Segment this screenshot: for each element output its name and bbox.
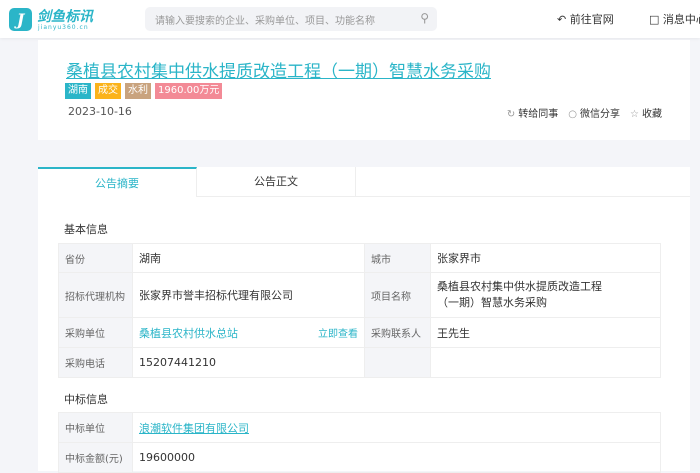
tag-status: 成交 xyxy=(95,83,121,99)
table-row: 采购单位 桑植县农村供水总站 立即查看 采购联系人 王先生 xyxy=(58,317,661,348)
notice-title[interactable]: 桑植县农村集中供水提质改造工程（一期）智慧水务采购 xyxy=(66,57,491,82)
table-row: 中标金额(元) 19600000 xyxy=(58,442,661,473)
empty-label xyxy=(364,347,431,378)
phone-label: 采购电话 xyxy=(58,347,133,378)
search-placeholder: 请输入要搜索的企业、采购单位、项目、功能名称 xyxy=(155,16,375,27)
wechat-icon: ○ xyxy=(568,109,578,120)
view-now-link[interactable]: 立即查看 xyxy=(318,325,358,340)
winner-unit-label: 中标单位 xyxy=(58,412,133,443)
buyer-link[interactable]: 桑植县农村供水总站 xyxy=(139,327,238,340)
winner-info-table: 中标单位 浪潮软件集团有限公司 中标金额(元) 19600000 xyxy=(58,412,661,473)
message-icon: □ xyxy=(649,13,663,26)
province-label: 省份 xyxy=(58,243,133,273)
messages-label: 消息中心 xyxy=(662,13,700,26)
tab-summary[interactable]: 公告摘要 xyxy=(38,167,197,197)
tab-bar: 公告摘要 公告正文 xyxy=(38,167,690,197)
goto-site-label: 前往官网 xyxy=(569,13,614,26)
province-value: 湖南 xyxy=(132,243,365,273)
table-row: 中标单位 浪潮软件集团有限公司 xyxy=(58,412,661,443)
table-row: 招标代理机构 张家界市誉丰招标代理有限公司 项目名称 桑植县农村集中供水提质改造… xyxy=(58,272,661,318)
table-row: 省份 湖南 城市 张家界市 xyxy=(58,243,661,273)
tag-region: 湖南 xyxy=(65,83,91,99)
favorite-button[interactable]: ☆ 收藏 xyxy=(630,105,662,120)
publish-date: 2023-10-16 xyxy=(68,105,132,118)
city-label: 城市 xyxy=(364,243,431,273)
star-icon: ☆ xyxy=(630,109,639,120)
contact-label: 采购联系人 xyxy=(364,317,431,348)
search-input[interactable]: 请输入要搜索的企业、采购单位、项目、功能名称 ⚲ xyxy=(145,7,437,31)
winner-unit-link[interactable]: 浪潮软件集团有限公司 xyxy=(139,422,249,435)
table-row: 采购电话 15207441210 xyxy=(58,347,661,378)
winner-info-heading: 中标信息 xyxy=(64,393,108,406)
tag-amount: 1960.00万元 xyxy=(155,83,223,99)
tab-full-text[interactable]: 公告正文 xyxy=(197,167,356,197)
top-header: J 剑鱼标讯 jianyu360.cn 请输入要搜索的企业、采购单位、项目、功能… xyxy=(0,0,700,38)
contact-value: 王先生 xyxy=(430,317,661,348)
summary-panel: 基本信息 省份 湖南 城市 张家界市 招标代理机构 张家界市誉丰招标代理有限公司… xyxy=(38,197,690,473)
empty-value xyxy=(430,347,661,378)
buyer-label: 采购单位 xyxy=(58,317,133,348)
winner-amount-label: 中标金额(元) xyxy=(58,442,133,473)
logo-subtext: jianyu360.cn xyxy=(38,24,89,31)
search-icon[interactable]: ⚲ xyxy=(420,11,429,25)
forward-icon: ↻ xyxy=(506,109,516,120)
city-value: 张家界市 xyxy=(430,243,661,273)
basic-info-heading: 基本信息 xyxy=(64,223,108,236)
notice-header-card: 桑植县农村集中供水提质改造工程（一期）智慧水务采购 湖南 成交 水利 1960.… xyxy=(38,40,690,140)
return-icon: ↶ xyxy=(557,13,570,26)
agency-value: 张家界市誉丰招标代理有限公司 xyxy=(132,272,365,318)
agency-label: 招标代理机构 xyxy=(58,272,133,318)
forward-button[interactable]: ↻ 转给同事 xyxy=(507,105,558,120)
basic-info-table: 省份 湖南 城市 张家界市 招标代理机构 张家界市誉丰招标代理有限公司 项目名称… xyxy=(58,243,661,378)
project-value: 桑植县农村集中供水提质改造工程（一期）智慧水务采购 xyxy=(430,272,661,318)
project-label: 项目名称 xyxy=(364,272,431,318)
goto-site-link[interactable]: ↶ 前往官网 xyxy=(557,11,614,27)
winner-amount-value: 19600000 xyxy=(132,442,661,473)
messages-link[interactable]: □ 消息中心 xyxy=(649,11,700,27)
wechat-share-button[interactable]: ○ 微信分享 xyxy=(568,105,620,120)
logo-icon[interactable]: J xyxy=(9,8,32,31)
logo-text[interactable]: 剑鱼标讯 xyxy=(37,6,93,26)
tag-industry: 水利 xyxy=(125,83,151,99)
phone-value: 15207441210 xyxy=(132,347,365,378)
